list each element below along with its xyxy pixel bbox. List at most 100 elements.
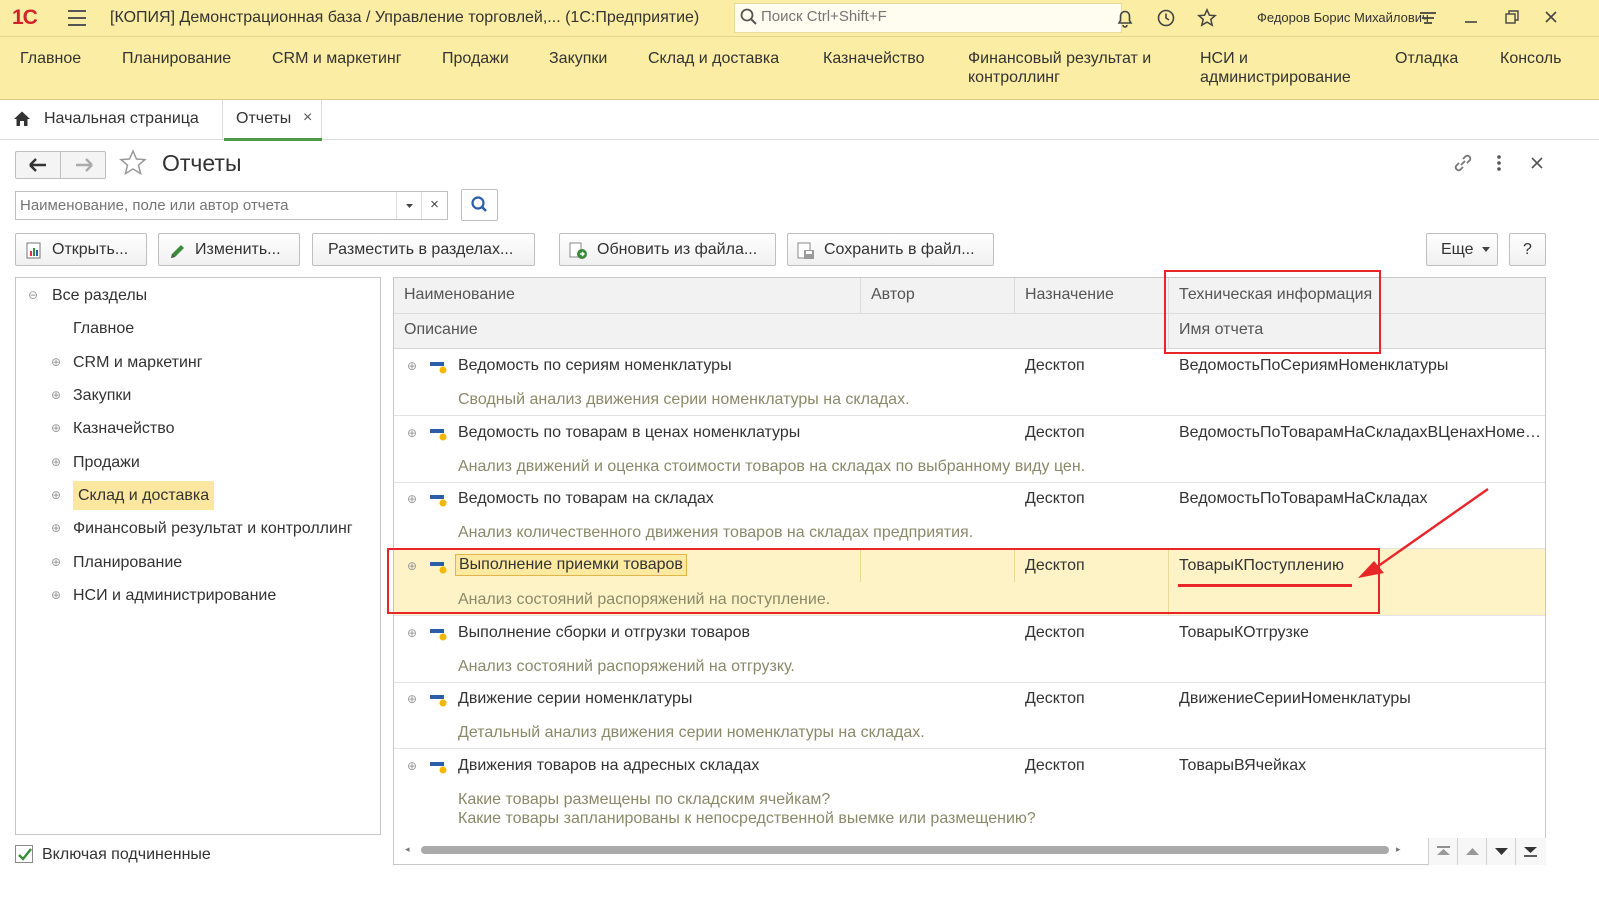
col-purpose-header[interactable]: Назначение	[1025, 286, 1114, 304]
expand-icon[interactable]: ⊕	[51, 456, 62, 468]
tree-item-selected[interactable]: ⊕ Склад и доставка	[51, 481, 215, 510]
table-row[interactable]: ⊕ Ведомость по сериям номенклатуры Дескт…	[394, 349, 1545, 416]
report-name: Выполнение приемки товаров	[455, 554, 687, 576]
scrollbar-thumb[interactable]	[421, 846, 1389, 854]
restore-icon[interactable]	[1505, 8, 1519, 28]
tree-item[interactable]: ⊕ CRM и маркетинг	[51, 354, 203, 372]
scroll-right-icon[interactable]: ▸	[1396, 844, 1401, 855]
help-button[interactable]: ?	[1509, 233, 1546, 266]
favorites-star-icon[interactable]	[1197, 8, 1217, 28]
settings-menu-icon[interactable]	[1418, 8, 1438, 28]
header-divider	[1014, 278, 1015, 313]
scroll-left-icon[interactable]: ◂	[405, 844, 410, 855]
expand-icon[interactable]: ⊕	[407, 693, 418, 705]
open-button[interactable]: Открыть...	[15, 233, 147, 266]
search-dropdown-button[interactable]	[396, 192, 421, 219]
section-nsi[interactable]: НСИ и администрирование	[1200, 49, 1370, 87]
pencil-icon	[171, 245, 184, 258]
section-warehouse[interactable]: Склад и доставка	[648, 49, 779, 68]
place-in-sections-button[interactable]: Разместить в разделах...	[312, 233, 535, 266]
edit-button[interactable]: Изменить...	[158, 233, 300, 266]
tree-item[interactable]: ⊕ Финансовый результат и контроллинг	[51, 520, 353, 538]
section-purchases[interactable]: Закупки	[549, 49, 607, 68]
col-name-header[interactable]: Наименование	[404, 286, 515, 304]
first-row-button[interactable]	[1428, 838, 1457, 865]
page-up-button[interactable]	[1457, 838, 1486, 865]
expand-icon[interactable]: ⊕	[51, 589, 62, 601]
report-search-input[interactable]	[20, 197, 390, 214]
expand-icon[interactable]: ⊕	[407, 360, 418, 372]
forward-button[interactable]	[61, 152, 106, 178]
tree-root[interactable]: ⊖ Все разделы	[28, 287, 147, 305]
section-treasury[interactable]: Казначейство	[823, 49, 924, 68]
section-crm[interactable]: CRM и маркетинг	[272, 49, 402, 68]
col-description-header[interactable]: Описание	[404, 321, 478, 339]
more-button[interactable]: Еще	[1426, 233, 1498, 266]
tab-close-icon[interactable]: ×	[303, 109, 312, 127]
col-author-header[interactable]: Автор	[871, 286, 915, 304]
expand-icon[interactable]: ⊕	[407, 760, 418, 772]
section-sales[interactable]: Продажи	[442, 49, 509, 68]
tree-item[interactable]: ⊕ НСИ и администрирование	[51, 587, 276, 605]
expand-icon[interactable]: ⊕	[51, 389, 62, 401]
report-icon	[430, 362, 447, 374]
expand-icon[interactable]: ⊕	[407, 493, 418, 505]
history-icon[interactable]	[1156, 8, 1176, 28]
more-vertical-icon[interactable]	[1495, 153, 1503, 173]
col-tech-header[interactable]: Техническая информация	[1179, 286, 1372, 304]
main-menu-icon[interactable]	[68, 10, 86, 26]
search-button[interactable]	[461, 189, 498, 221]
tree-item-label: CRM и маркетинг	[73, 354, 203, 371]
global-search[interactable]	[734, 3, 1122, 33]
table-row[interactable]: ⊕ Ведомость по товарам в ценах номенклат…	[394, 416, 1545, 483]
save-to-file-button[interactable]: Сохранить в файл...	[787, 233, 994, 266]
close-form-icon[interactable]	[1530, 153, 1544, 173]
table-row[interactable]: ⊕ Выполнение сборки и отгрузки товаров Д…	[394, 616, 1545, 683]
section-debug[interactable]: Отладка	[1395, 49, 1458, 68]
open-button-label: Открыть...	[52, 241, 129, 258]
col-report-name-header[interactable]: Имя отчета	[1179, 321, 1263, 339]
chevron-down-icon	[1482, 247, 1490, 252]
expand-icon[interactable]: ⊕	[51, 356, 62, 368]
tree-item[interactable]: ⊕ Закупки	[51, 387, 131, 405]
favorite-star-icon[interactable]	[118, 148, 148, 178]
tree-item[interactable]: ⊕ Продажи	[51, 454, 140, 472]
window-title: [КОПИЯ] Демонстрационная база / Управлен…	[110, 9, 700, 26]
bell-icon[interactable]	[1115, 8, 1135, 28]
table-row[interactable]: ⊕ Движения товаров на адресных складах Д…	[394, 749, 1545, 837]
expand-icon[interactable]: ⊕	[51, 556, 62, 568]
include-subordinate-checkbox[interactable]	[15, 845, 33, 863]
section-main[interactable]: Главное	[20, 49, 81, 68]
tree-item[interactable]: Главное	[51, 320, 134, 338]
user-name[interactable]: Федоров Борис Михайлович	[1257, 10, 1429, 25]
section-financial[interactable]: Финансовый результат и контроллинг	[968, 49, 1168, 87]
tree-item[interactable]: ⊕ Планирование	[51, 554, 182, 572]
last-row-button[interactable]	[1515, 838, 1546, 865]
back-button[interactable]	[16, 152, 61, 178]
expand-icon[interactable]: ⊕	[51, 489, 62, 501]
update-from-file-button[interactable]: Обновить из файла...	[559, 233, 776, 266]
section-console[interactable]: Консоль	[1500, 49, 1561, 68]
expand-icon[interactable]: ⊕	[51, 422, 62, 434]
close-window-icon[interactable]	[1544, 8, 1558, 28]
tree-item[interactable]: ⊕ Казначейство	[51, 420, 174, 438]
arrow-left-icon	[29, 158, 46, 172]
collapse-icon[interactable]: ⊖	[28, 289, 39, 301]
tab-home[interactable]: Начальная страница	[0, 100, 223, 139]
tab-reports[interactable]: Отчеты ×	[224, 100, 322, 141]
search-clear-button[interactable]: ×	[421, 192, 447, 219]
link-icon[interactable]	[1452, 153, 1474, 173]
horizontal-scrollbar[interactable]: ◂ ▸	[393, 838, 1423, 865]
section-planning[interactable]: Планирование	[122, 49, 231, 68]
expand-icon[interactable]: ⊕	[407, 560, 418, 572]
minimize-icon[interactable]	[1464, 8, 1478, 28]
page-down-button[interactable]	[1486, 838, 1515, 865]
more-button-label: Еще	[1441, 241, 1474, 258]
expand-icon[interactable]: ⊕	[407, 427, 418, 439]
table-row[interactable]: ⊕ Движение серии номенклатуры Десктоп Дв…	[394, 682, 1545, 749]
table-header: Наименование Автор Назначение Техническа…	[394, 278, 1545, 349]
expand-icon[interactable]: ⊕	[407, 627, 418, 639]
expand-icon[interactable]: ⊕	[51, 522, 62, 534]
report-description: Анализ состояний распоряжений на отгрузк…	[458, 658, 795, 675]
global-search-input[interactable]	[761, 8, 1111, 25]
